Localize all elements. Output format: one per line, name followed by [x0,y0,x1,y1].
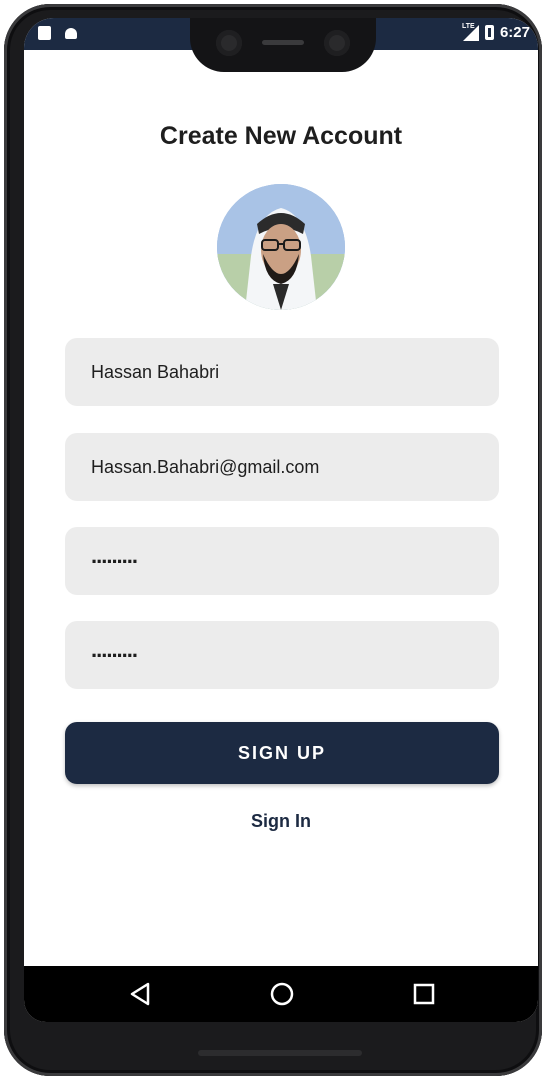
confirm-password-field-value: ......... [91,637,138,662]
app-screen: LTE 6:27 Create New Account Hassan Bahab… [24,18,538,1022]
signup-button-label: SIGN UP [237,742,326,763]
signup-button[interactable]: SIGN UP [65,722,499,784]
battery-icon [484,25,494,40]
phone-body: LTE 6:27 Create New Account Hassan Bahab… [4,4,542,1076]
status-right-icons: LTE 6:27 [461,22,530,42]
profile-photo [217,184,345,310]
network-type: LTE [461,22,475,30]
name-field[interactable]: Hassan Bahabri [65,338,499,406]
email-field[interactable]: Hassan.Bahabri@gmail.com [65,433,499,501]
status-left-icons [38,26,77,40]
avatar[interactable] [217,184,345,310]
email-field-value: Hassan.Bahabri@gmail.com [91,456,320,477]
password-field[interactable]: ......... [65,527,499,595]
confirm-password-field[interactable]: ......... [65,621,499,689]
android-icon [65,27,77,39]
bottom-speaker-grille [198,1050,362,1056]
sd-card-icon [38,26,51,40]
camera-notch [190,18,376,72]
password-field-value: ......... [91,543,138,568]
name-field-value: Hassan Bahabri [91,361,220,382]
home-icon[interactable] [266,978,298,1010]
page-title: Create New Account [159,122,403,150]
signal-icon: LTE [461,22,479,41]
back-icon[interactable] [124,978,156,1010]
status-time: 6:27 [499,24,530,41]
system-nav-bar [24,966,538,1022]
earpiece-speaker [262,40,304,45]
signin-link[interactable]: Sign In [24,811,538,832]
recents-icon[interactable] [408,978,440,1010]
front-sensor-icon [324,30,350,56]
front-camera-icon [216,30,242,56]
device-frame: LTE 6:27 Create New Account Hassan Bahab… [0,0,546,1080]
